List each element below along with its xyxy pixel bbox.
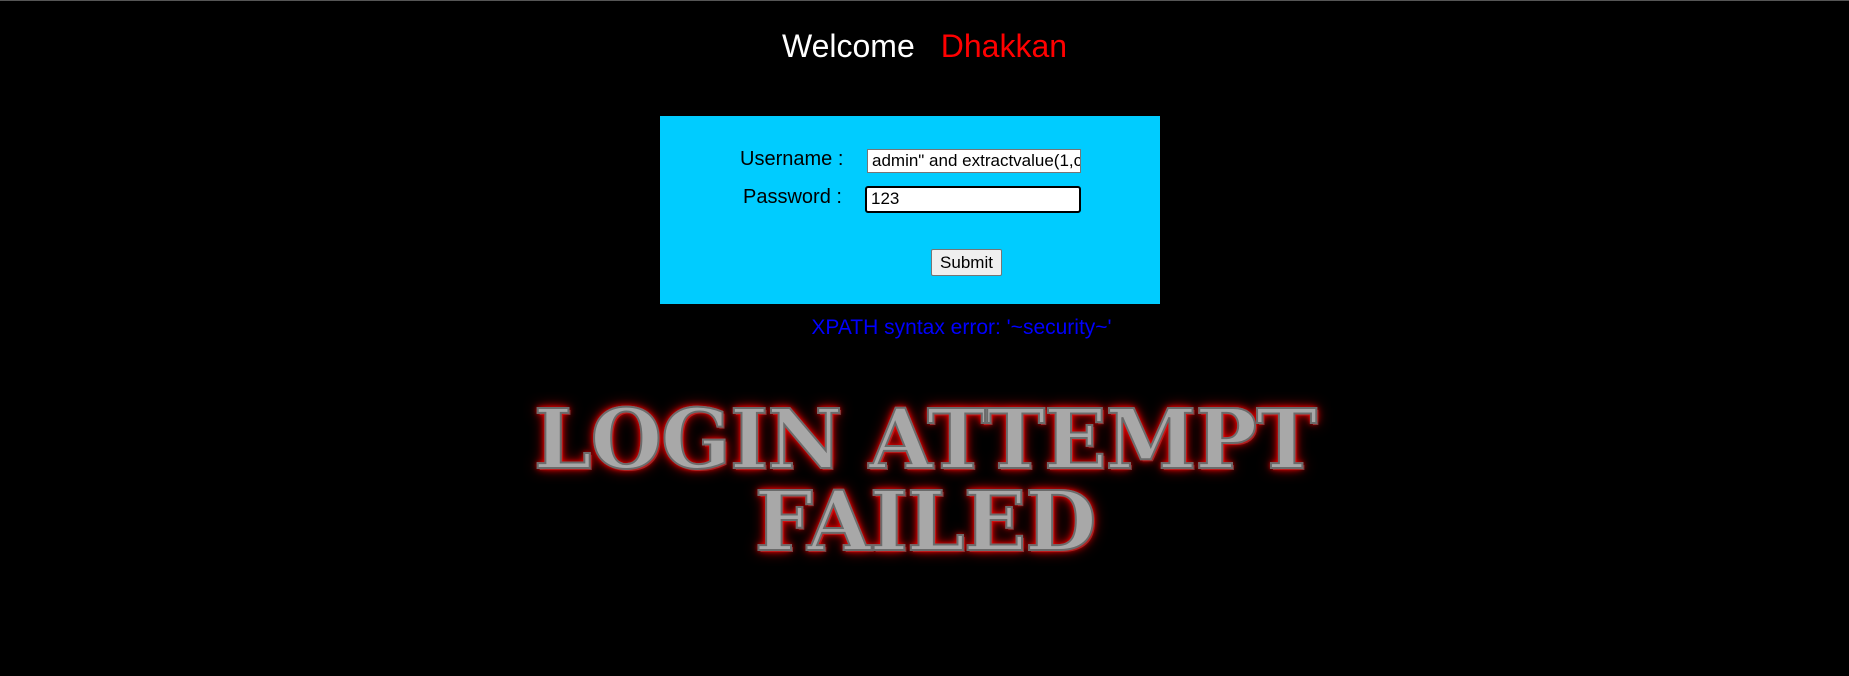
user-name: Dhakkan — [940, 28, 1068, 64]
login-form: Username : admin" and extractvalue(1,c P… — [660, 116, 1160, 304]
top-border — [0, 0, 1849, 1]
page: Welcome Dhakkan Username : admin" and ext… — [0, 0, 1849, 676]
login-failed-banner: LOGIN ATTEMPT FAILED — [520, 394, 1330, 568]
password-label: Password : — [743, 186, 842, 208]
banner-line-2: FAILED — [520, 476, 1330, 568]
submit-button[interactable]: Submit — [931, 249, 1002, 276]
banner-line-1: LOGIN ATTEMPT — [520, 394, 1330, 486]
username-label: Username : — [740, 148, 844, 170]
welcome-label: Welcome — [781, 28, 915, 64]
xpath-error-message: XPATH syntax error: '~security~' — [811, 316, 1112, 339]
welcome-heading: Welcome Dhakkan — [0, 24, 1849, 68]
username-input[interactable]: admin" and extractvalue(1,c — [867, 149, 1081, 173]
password-input[interactable]: 123 — [865, 186, 1081, 213]
